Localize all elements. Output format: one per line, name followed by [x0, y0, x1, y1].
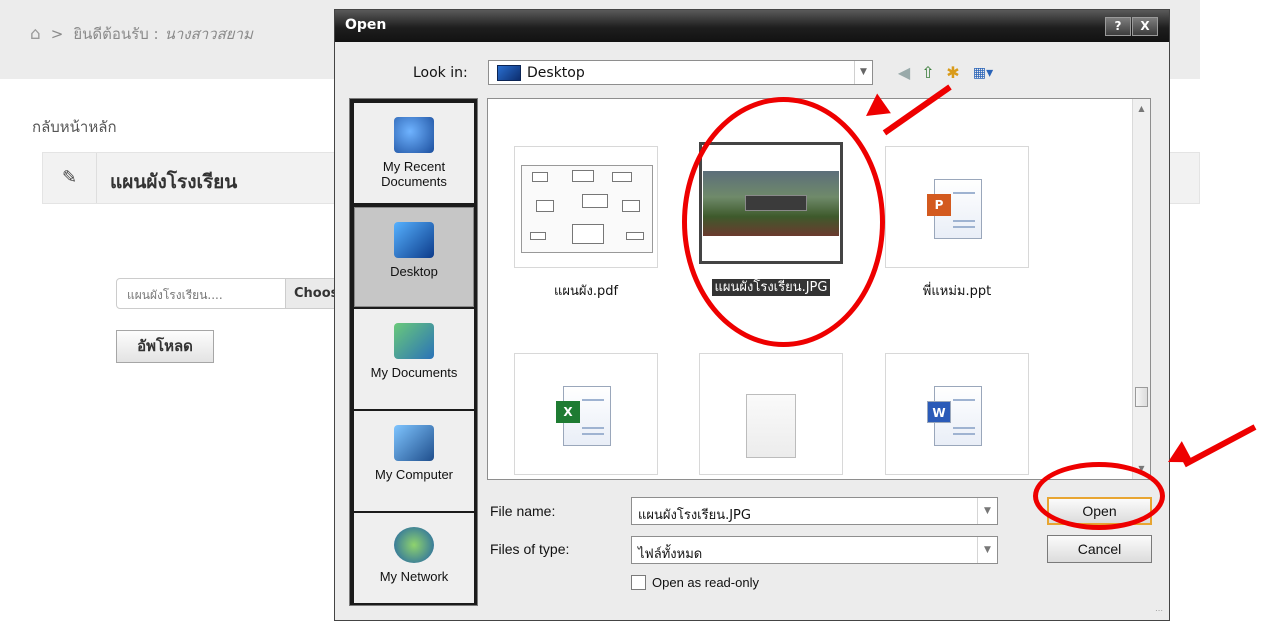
chevron-down-icon[interactable]: ▼ [977, 498, 997, 524]
pdf-preview-icon [521, 165, 653, 253]
recent-documents-icon [394, 117, 434, 153]
file-item-xls[interactable]: X [514, 353, 658, 479]
file-thumbnail: W [885, 353, 1029, 475]
place-label: My Recent Documents [381, 159, 447, 189]
file-item-blank[interactable] [699, 353, 843, 479]
file-thumbnail: X [514, 353, 658, 475]
chevron-down-icon[interactable]: ▼ [854, 61, 872, 84]
back-to-home-link[interactable]: กลับหน้าหลัก [32, 115, 117, 139]
annotation-circle-selected-file [682, 97, 885, 347]
help-button[interactable]: ? [1105, 17, 1131, 36]
place-my-documents[interactable]: My Documents [354, 309, 474, 409]
place-my-network[interactable]: My Network [354, 513, 474, 603]
excel-file-icon: X [556, 386, 611, 446]
files-of-type-label: Files of type: [490, 541, 570, 557]
file-name-label: แผนผัง.pdf [553, 284, 619, 299]
dialog-title: Open [345, 17, 387, 33]
checkbox-icon[interactable] [631, 575, 646, 590]
powerpoint-file-icon: P [927, 179, 982, 239]
place-my-computer[interactable]: My Computer [354, 411, 474, 511]
close-button[interactable]: X [1132, 17, 1158, 36]
places-bar: My Recent Documents Desktop My Documents… [349, 98, 478, 606]
files-of-type-dropdown[interactable]: ไฟล์ทั้งหมด ▼ [631, 536, 998, 564]
home-icon[interactable]: ⌂ [30, 24, 41, 44]
resize-grip-icon[interactable]: ⋯ [1155, 606, 1165, 616]
file-item-ppt[interactable]: P พี่แหม่ม.ppt [885, 146, 1029, 301]
section-title: แผนผังโรงเรียน [110, 171, 238, 193]
breadcrumb-separator: > [50, 25, 64, 43]
place-desktop[interactable]: Desktop [354, 207, 474, 307]
file-item-doc[interactable]: W [885, 353, 1029, 479]
my-computer-icon [394, 425, 434, 461]
look-in-value: Desktop [527, 64, 585, 81]
file-input[interactable]: แผนผังโรงเรียน.... Choos [116, 278, 366, 309]
file-thumbnail: P [885, 146, 1029, 268]
file-input-name: แผนผังโรงเรียน.... [127, 288, 223, 302]
open-as-read-only-checkbox[interactable]: Open as read-only [631, 575, 759, 590]
edit-icon: ✎ [43, 153, 97, 203]
dialog-titlebar[interactable]: Open ? X [335, 10, 1169, 42]
read-only-label: Open as read-only [652, 575, 759, 590]
upload-button[interactable]: อัพโหลด [116, 330, 214, 363]
file-name-value: แผนผังโรงเรียน.JPG [638, 508, 751, 523]
views-menu-icon[interactable]: ▦▾ [968, 62, 998, 84]
place-label: My Documents [370, 365, 458, 380]
file-name-input[interactable]: แผนผังโรงเรียน.JPG ▼ [631, 497, 998, 525]
annotation-circle-open-button [1033, 462, 1165, 530]
desktop-icon [497, 64, 521, 81]
cancel-button[interactable]: Cancel [1047, 535, 1152, 563]
blank-file-icon [746, 394, 796, 458]
place-label: My Computer [374, 467, 454, 482]
place-my-recent-documents[interactable]: My Recent Documents [354, 103, 474, 203]
file-thumbnail [699, 353, 843, 475]
network-globe-icon [394, 527, 434, 563]
place-label: Desktop [390, 264, 438, 279]
file-thumbnail [514, 146, 658, 268]
my-documents-icon [394, 323, 434, 359]
look-in-dropdown[interactable]: Desktop ▼ [488, 60, 873, 85]
file-name-field-label: File name: [490, 503, 556, 519]
scroll-thumb[interactable] [1135, 387, 1148, 407]
word-file-icon: W [927, 386, 982, 446]
up-folder-icon[interactable]: ⇧ [917, 62, 939, 84]
new-folder-icon[interactable]: ✱ [942, 62, 964, 84]
chevron-down-icon[interactable]: ▼ [977, 537, 997, 563]
breadcrumb: ⌂ > ยินดีต้อนรับ : นางสาวสยาม [30, 22, 253, 46]
vertical-scrollbar[interactable]: ▲ ▼ [1132, 99, 1150, 479]
place-label: My Network [379, 569, 449, 584]
scroll-up-icon[interactable]: ▲ [1133, 101, 1150, 117]
file-item-pdf[interactable]: แผนผัง.pdf [514, 146, 658, 301]
welcome-text: ยินดีต้อนรับ : [73, 25, 159, 43]
file-name-label: พี่แหม่ม.ppt [922, 284, 992, 299]
look-in-label: Look in: [413, 65, 468, 81]
user-name: นางสาวสยาม [164, 25, 253, 43]
annotation-arrow-open [1182, 424, 1257, 468]
files-of-type-value: ไฟล์ทั้งหมด [638, 547, 703, 562]
back-icon[interactable]: ◀ [893, 62, 915, 84]
desktop-icon [394, 222, 434, 258]
